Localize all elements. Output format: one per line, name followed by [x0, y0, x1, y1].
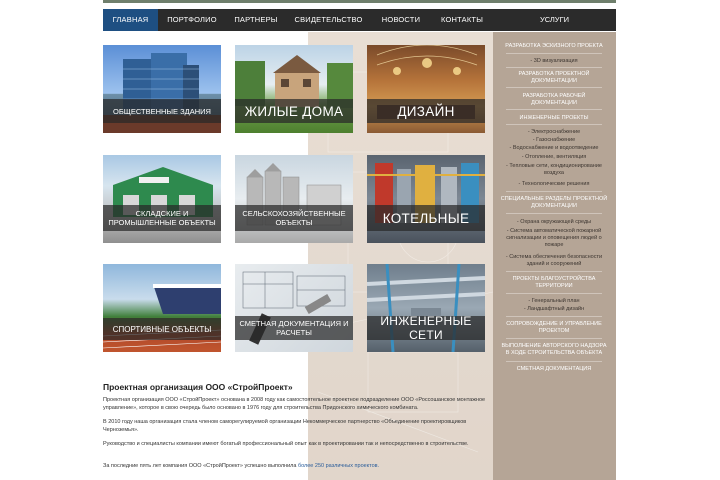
service-landscaping[interactable]: ПРОЕКТЫ БЛАГОУСТРОЙСТВА ТЕРРИТОРИИ [500, 276, 608, 290]
service-landscape-design[interactable]: - Ландшафтный дизайн [500, 306, 608, 313]
service-building-safety[interactable]: - Система обеспечения безопасности здани… [500, 254, 608, 268]
main-nav: ГЛАВНАЯ ПОРТФОЛИО ПАРТНЕРЫ СВИДЕТЕЛЬСТВО… [103, 9, 616, 31]
divider [506, 316, 602, 317]
nav-item-contacts[interactable]: КОНТАКТЫ [431, 9, 493, 31]
service-heat-networks[interactable]: - Тепловые сети, кондиционирование возду… [500, 163, 608, 177]
tile-caption: СМЕТНАЯ ДОКУМЕНТАЦИЯ И РАСЧЕТЫ [235, 316, 353, 340]
divider [506, 53, 602, 54]
service-3d-visualization[interactable]: - 3D визуализация [500, 58, 608, 65]
tile-agricultural[interactable]: СЕЛЬСКОХОЗЯЙСТВЕННЫЕ ОБЪЕКТЫ [235, 155, 353, 243]
service-power-supply[interactable]: - Электроснабжение [500, 129, 608, 136]
nav-item-services[interactable]: УСЛУГИ [493, 9, 616, 31]
tile-estimates[interactable]: СМЕТНАЯ ДОКУМЕНТАЦИЯ И РАСЧЕТЫ [235, 264, 353, 352]
service-estimate-documentation[interactable]: СМЕТНАЯ ДОКУМЕНТАЦИЯ [500, 366, 608, 373]
divider [506, 361, 602, 362]
tile-caption: ОБЩЕСТВЕННЫЕ ЗДАНИЯ [103, 99, 221, 123]
service-sketch-project[interactable]: РАЗРАБОТКА ЭСКИЗНОГО ПРОЕКТА [500, 43, 608, 50]
nav-item-partners[interactable]: ПАРТНЕРЫ [226, 9, 286, 31]
about-paragraph-1: Проектная организация ООО «СтройПроект» … [103, 397, 486, 411]
projects-link[interactable]: более 250 различных проектов. [298, 463, 379, 469]
nav-item-home[interactable]: ГЛАВНАЯ [103, 9, 158, 31]
tile-caption: СЕЛЬСКОХОЗЯЙСТВЕННЫЕ ОБЪЕКТЫ [235, 205, 353, 231]
nav-item-news[interactable]: НОВОСТИ [371, 9, 431, 31]
page: ГЛАВНАЯ ПОРТФОЛИО ПАРТНЕРЫ СВИДЕТЕЛЬСТВО… [0, 0, 720, 480]
divider [506, 191, 602, 192]
tile-caption: СКЛАДСКИЕ И ПРОМЫШЛЕННЫЕ ОБЪЕКТЫ [103, 205, 221, 231]
tile-engineering-networks[interactable]: ИНЖЕНЕРНЫЕ СЕТИ [367, 264, 485, 352]
tile-caption: ИНЖЕНЕРНЫЕ СЕТИ [367, 314, 485, 342]
divider [506, 124, 602, 125]
tile-caption: ДИЗАЙН [367, 99, 485, 123]
nav-item-portfolio[interactable]: ПОРТФОЛИО [158, 9, 226, 31]
tile-design[interactable]: ДИЗАЙН [367, 45, 485, 133]
about-paragraph-4: За последние пять лет компания ООО «Стро… [103, 463, 498, 471]
divider [506, 271, 602, 272]
about-paragraph-4-text: За последние пять лет компания ООО «Стро… [103, 463, 297, 469]
divider [506, 109, 602, 110]
tile-warehouses[interactable]: СКЛАДСКИЕ И ПРОМЫШЛЕННЫЕ ОБЪЕКТЫ [103, 155, 221, 243]
service-water-supply[interactable]: - Водоснабжение и водоотведение [500, 145, 608, 152]
service-author-supervision[interactable]: ВЫПОЛНЕНИЕ АВТОРСКОГО НАДЗОРА В ХОДЕ СТР… [500, 343, 608, 357]
tile-caption: ЖИЛЫЕ ДОМА [235, 99, 353, 123]
divider [506, 67, 602, 68]
service-fire-alarm[interactable]: - Система автоматической пожарной сигнал… [500, 228, 608, 249]
service-special-sections[interactable]: СПЕЦИАЛЬНЫЕ РАЗДЕЛЫ ПРОЕКТНОЙ ДОКУМЕНТАЦ… [500, 196, 608, 210]
service-technological-solutions[interactable]: - Технологические решения [500, 181, 608, 188]
tile-residential-houses[interactable]: ЖИЛЫЕ ДОМА [235, 45, 353, 133]
tile-sports[interactable]: СПОРТИВНЫЕ ОБЪЕКТЫ [103, 264, 221, 352]
about-paragraph-2: В 2010 году наша организация стала члено… [103, 419, 467, 433]
company-heading: Проектная организация ООО «СтройПроект» [103, 382, 293, 392]
service-master-plan[interactable]: - Генеральный план [500, 298, 608, 305]
divider [506, 338, 602, 339]
top-accent-strip [103, 0, 616, 3]
service-environmental-protection[interactable]: - Охрана окружающей среды [500, 219, 608, 226]
divider [506, 87, 602, 88]
service-heating-ventilation[interactable]: - Отопление, вентиляция [500, 154, 608, 161]
service-gas-supply[interactable]: - Газоснабжение [500, 137, 608, 144]
tile-public-buildings[interactable]: ОБЩЕСТВЕННЫЕ ЗДАНИЯ [103, 45, 221, 133]
service-project-management[interactable]: СОПРОВОЖДЕНИЕ И УПРАВЛЕНИЕ ПРОЕКТОМ [500, 321, 608, 335]
nav-item-certificate[interactable]: СВИДЕТЕЛЬСТВО [286, 9, 371, 31]
service-working-documentation[interactable]: РАЗРАБОТКА РАБОЧЕЙ ДОКУМЕНТАЦИИ [500, 93, 608, 107]
divider [506, 213, 602, 214]
service-engineering-projects[interactable]: ИНЖЕНЕРНЫЕ ПРОЕКТЫ [500, 115, 608, 122]
tile-caption: СПОРТИВНЫЕ ОБЪЕКТЫ [103, 318, 221, 340]
divider [506, 293, 602, 294]
about-paragraph-3: Руководство и специалисты компании имеют… [103, 441, 469, 447]
tile-caption: КОТЕЛЬНЫЕ [367, 205, 485, 231]
service-project-documentation[interactable]: РАЗРАБОТКА ПРОЕКТНОЙ ДОКУМЕНТАЦИИ [500, 71, 608, 85]
tile-boiler-houses[interactable]: КОТЕЛЬНЫЕ [367, 155, 485, 243]
